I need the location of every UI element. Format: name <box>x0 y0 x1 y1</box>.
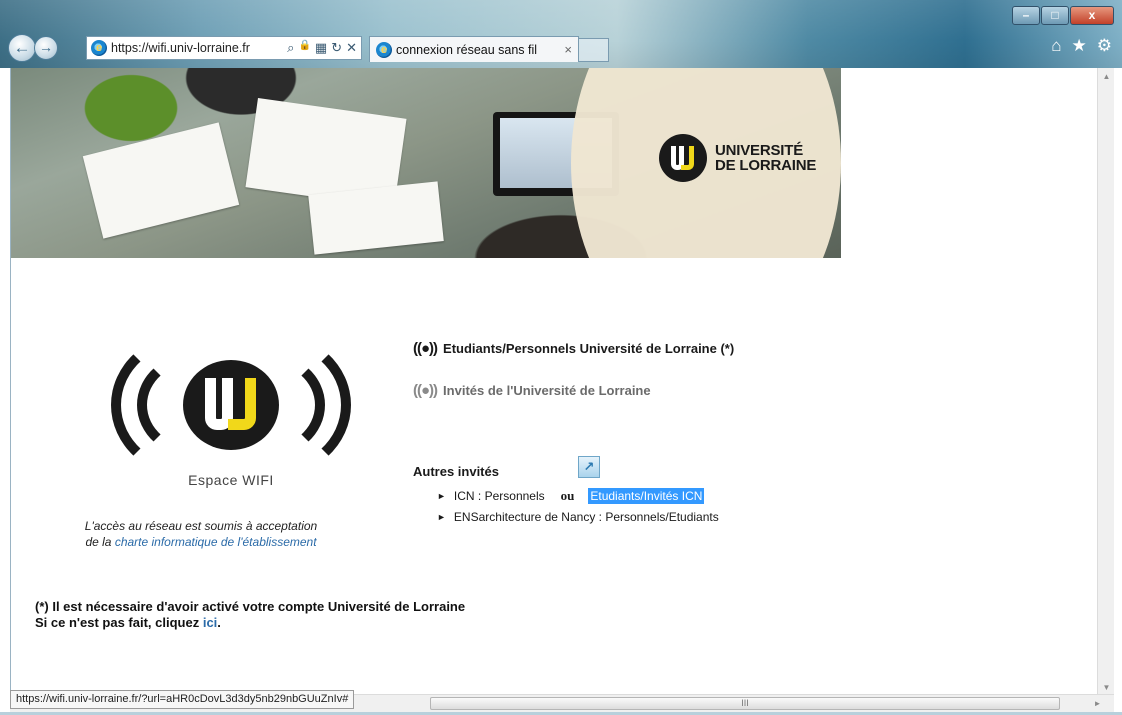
icn-students-link[interactable]: Etudiants/Invités ICN <box>588 488 705 504</box>
tools-icon[interactable]: ⚙ <box>1097 36 1112 56</box>
activation-note-line2: Si ce n'est pas fait, cliquez ici. <box>35 615 465 631</box>
browser-right-icons: ⌂ ★ ⚙ <box>1051 36 1112 56</box>
vertical-scrollbar[interactable]: ▲ ▼ <box>1097 68 1114 696</box>
brand-line2: DE LORRAINE <box>715 157 817 174</box>
ensa-link[interactable]: ENSarchitecture de Nancy : Personnels/Et… <box>454 510 719 524</box>
wifi-caption: Espace WIFI <box>188 472 274 488</box>
brand-line1: UNIVERSITÉ <box>715 142 804 159</box>
wifi-logo-icon <box>111 330 351 480</box>
refresh-icon[interactable]: ↻ <box>331 40 342 56</box>
home-icon[interactable]: ⌂ <box>1051 36 1061 56</box>
bullet-arrow-icon: ► <box>437 512 446 522</box>
address-bar[interactable]: e https://wifi.univ-lorraine.fr ⌕ 🔒 ▦ ↻ … <box>86 36 362 60</box>
university-logo: UNIVERSITÉ DE LORRAINE <box>659 134 816 182</box>
ul-logo-icon <box>659 134 707 182</box>
other-guests-heading: Autres invités <box>413 464 499 479</box>
header-banner: UNIVERSITÉ DE LORRAINE <box>11 68 841 258</box>
list-item: ► ENSarchitecture de Nancy : Personnels/… <box>437 510 719 524</box>
page-viewport: UNIVERSITÉ DE LORRAINE Espace WIFI L'acc… <box>10 68 1106 696</box>
access-note-prefix: de la <box>85 535 115 549</box>
or-label: ou <box>560 488 575 503</box>
wifi-symbol-icon: ((●)) <box>413 340 438 357</box>
access-note: L'accès au réseau est soumis à acceptati… <box>31 518 371 550</box>
address-url[interactable]: https://wifi.univ-lorraine.fr <box>111 41 287 55</box>
activation-note-line1: (*) Il est nécessaire d'avoir activé vot… <box>35 599 466 614</box>
nav-buttons: ← → <box>8 34 58 62</box>
compat-icon[interactable]: ▦ <box>315 40 327 56</box>
back-button[interactable]: ← <box>8 34 36 62</box>
external-link-icon[interactable]: ↗ <box>578 456 600 478</box>
ul-logo-icon <box>183 360 279 450</box>
ie-icon: e <box>91 40 107 56</box>
lock-icon[interactable]: 🔒 <box>298 40 310 56</box>
scroll-right-icon[interactable]: ► <box>1089 695 1106 712</box>
address-icons: ⌕ 🔒 ▦ ↻ ✕ <box>287 40 361 56</box>
tab-close-icon[interactable]: × <box>564 42 572 57</box>
forward-button[interactable]: → <box>34 36 58 60</box>
icn-staff-link[interactable]: ICN : Personnels <box>454 489 545 503</box>
tab-active[interactable]: e connexion réseau sans fil × <box>369 36 579 62</box>
favorites-icon[interactable]: ★ <box>1072 36 1087 56</box>
search-icon[interactable]: ⌕ <box>287 40 294 56</box>
wifi-symbol-icon: ((●)) <box>413 382 438 399</box>
charter-link[interactable]: charte informatique de l'établissement <box>115 535 317 549</box>
activation-note: (*) Il est nécessaire d'avoir activé vot… <box>35 599 465 631</box>
network-label: Etudiants/Personnels Université de Lorra… <box>443 341 735 356</box>
window-controls: – □ x <box>1011 6 1114 25</box>
tab-ie-icon: e <box>376 41 392 58</box>
stop-icon[interactable]: ✕ <box>346 40 357 56</box>
new-tab-button[interactable] <box>579 38 609 62</box>
close-window-button[interactable]: x <box>1070 6 1114 25</box>
maximize-button[interactable]: □ <box>1041 6 1069 25</box>
activate-link[interactable]: ici <box>203 615 217 630</box>
list-item: ► ICN : Personnels ou Etudiants/Invités … <box>437 488 705 504</box>
bullet-arrow-icon: ► <box>437 491 446 501</box>
banner-paper <box>308 181 444 255</box>
minimize-button[interactable]: – <box>1012 6 1040 25</box>
network-link-guests[interactable]: ((●)) Invités de l'Université de Lorrain… <box>413 382 651 399</box>
network-link-students-staff[interactable]: ((●)) Etudiants/Personnels Université de… <box>413 340 734 357</box>
scrollbar-thumb[interactable]: III <box>430 697 1060 710</box>
tab-label: connexion réseau sans fil <box>396 42 538 57</box>
status-bar-url: https://wifi.univ-lorraine.fr/?url=aHR0c… <box>10 690 355 709</box>
banner-paper <box>82 122 240 239</box>
access-note-line2: de la charte informatique de l'établisse… <box>31 534 371 550</box>
network-label: Invités de l'Université de Lorraine <box>443 383 651 398</box>
activation-suffix: . <box>217 615 221 630</box>
access-note-line1: L'accès au réseau est soumis à acceptati… <box>84 519 318 533</box>
brand-text: UNIVERSITÉ DE LORRAINE <box>715 143 816 173</box>
activation-prefix: Si ce n'est pas fait, cliquez <box>35 615 203 630</box>
scroll-up-icon[interactable]: ▲ <box>1098 68 1115 85</box>
